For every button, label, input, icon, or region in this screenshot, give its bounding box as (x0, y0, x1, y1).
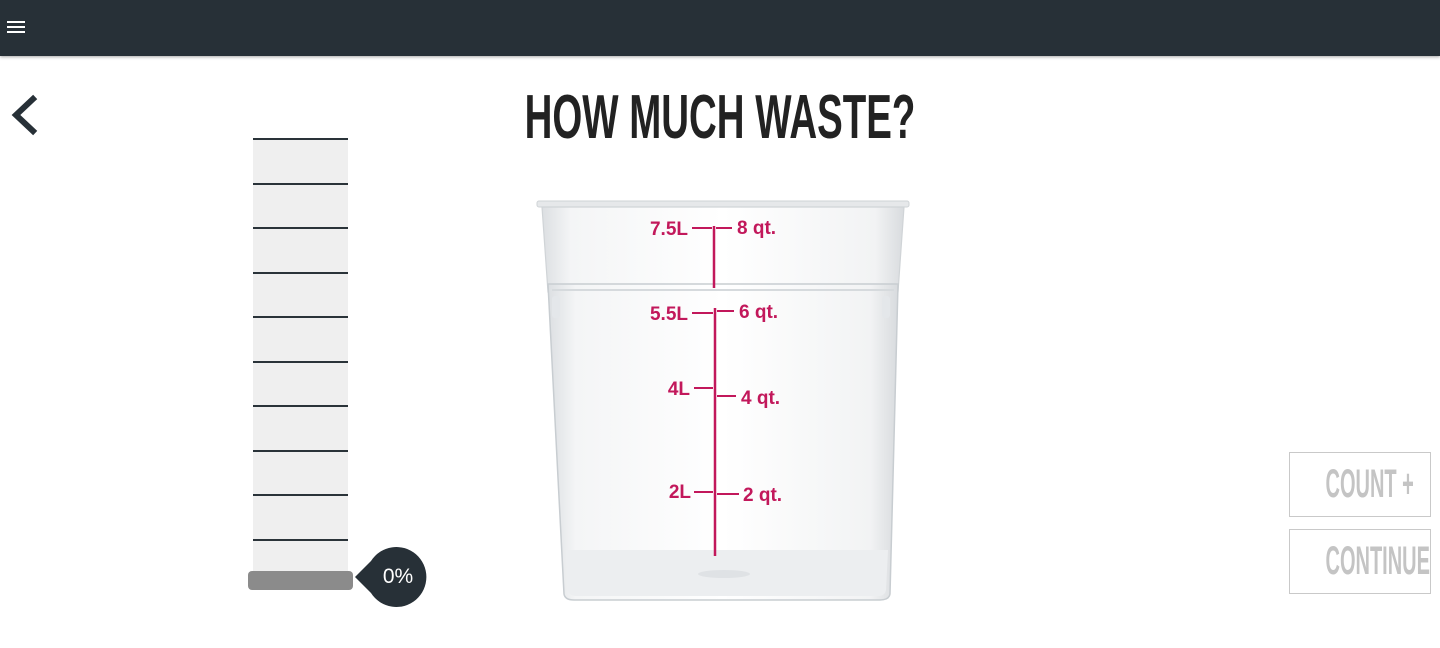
percent-value: 0% (382, 565, 414, 588)
count-button[interactable]: COUNT + (1289, 452, 1431, 517)
scale-label-2qt: 2 qt. (743, 485, 782, 506)
page-title: HOW MUCH WASTE? (524, 83, 916, 152)
slider-tick-mark (253, 182, 348, 185)
scale-label-2l: 2L (669, 482, 692, 503)
scale-label-6qt: 6 qt. (739, 302, 778, 323)
food-storage-container-image: 7.5L 5.5L 4L 2L 8 qt. 6 qt. 4 qt. 2 qt. (536, 200, 910, 601)
slider-tick-mark (253, 316, 348, 318)
back-chevron-icon[interactable] (8, 94, 42, 136)
slider-tick-mark (253, 360, 348, 363)
slider-tick-mark (253, 494, 348, 496)
slider-tick-mark (253, 538, 348, 541)
slider-tick-mark (253, 449, 348, 452)
waste-level-slider-track[interactable] (253, 138, 348, 585)
slider-tick-mark (253, 138, 348, 140)
count-button-label: COUNT + (1325, 462, 1414, 506)
continue-button-label: CONTINUE> (1325, 539, 1431, 583)
scale-label-4l: 4L (668, 379, 691, 400)
slider-tick-mark (253, 405, 348, 407)
scale-label-4qt: 4 qt. (741, 388, 780, 409)
scale-label-7-5l: 7.5L (650, 219, 688, 240)
slider-tick-mark (253, 227, 348, 229)
hamburger-menu-icon[interactable] (7, 18, 25, 34)
top-app-bar (0, 0, 1440, 56)
scale-label-8qt: 8 qt. (737, 218, 776, 239)
continue-button[interactable]: CONTINUE> (1289, 529, 1431, 594)
scale-label-5-5l: 5.5L (650, 304, 688, 325)
waste-level-slider-handle[interactable] (248, 571, 353, 590)
slider-tick-mark (253, 271, 348, 274)
